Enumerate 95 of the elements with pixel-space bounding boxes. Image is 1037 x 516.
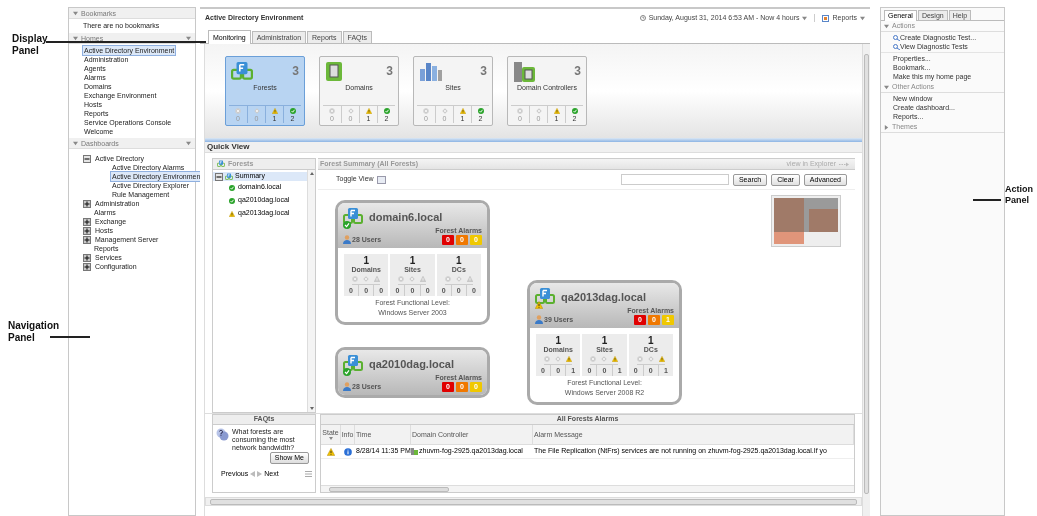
stat-count: 1: [555, 336, 561, 346]
toggle-checkbox[interactable]: [376, 175, 386, 184]
forest-name: qa2013dag.local: [561, 289, 646, 305]
forest-icon: [225, 172, 233, 181]
tile-count: 3: [574, 64, 581, 78]
check-icon: [571, 108, 578, 114]
critical-icon: [423, 108, 429, 114]
diamond-icon: [535, 108, 542, 114]
scroll-down-icon[interactable]: [309, 407, 314, 410]
expand-icon[interactable]: [83, 226, 91, 235]
dropdown-icon: [802, 15, 808, 21]
check-icon: [289, 108, 296, 114]
caret-icon: [884, 84, 889, 90]
forest-name: domain6.local: [369, 209, 443, 225]
warning-icon: [271, 108, 278, 114]
tile-count: 3: [292, 64, 299, 78]
scroll-up-icon[interactable]: [309, 172, 314, 175]
check-icon: [477, 108, 484, 114]
diamond-icon: [601, 356, 608, 362]
stat-count: 1: [648, 336, 654, 346]
tile-count: 3: [480, 64, 487, 78]
caret-icon: [884, 23, 889, 29]
collapse-icon[interactable]: [83, 154, 91, 163]
search-field[interactable]: [620, 174, 729, 185]
leader-line: [973, 199, 1001, 201]
critical-icon: [235, 108, 241, 114]
minimap-drawing: [771, 195, 841, 247]
caret-icon: [884, 124, 889, 130]
warning-icon: [420, 276, 427, 282]
domain-icon: [325, 61, 345, 83]
diamond-icon: [409, 276, 416, 282]
server-icon: [513, 61, 537, 83]
caret-icon: [73, 35, 78, 41]
diamond-icon: [441, 108, 448, 114]
user-icon: [343, 235, 351, 245]
warning-icon: [612, 356, 619, 362]
forest-icon: [343, 354, 363, 374]
forest-name: qa2010dag.local: [369, 356, 454, 372]
warning-icon: [553, 108, 560, 114]
info-icon: [344, 447, 352, 456]
dropdown-icon[interactable]: [186, 35, 191, 41]
tile-count: 3: [386, 64, 393, 78]
diamond-icon: [253, 108, 260, 114]
forest-icon: [535, 287, 555, 307]
critical-icon: [444, 276, 451, 282]
clock-icon: [639, 15, 646, 21]
question-icon: [216, 428, 229, 441]
caret-icon: [73, 10, 78, 16]
warning-icon: [658, 356, 665, 362]
dropdown-icon: [860, 15, 865, 21]
critical-icon: [329, 108, 335, 114]
check-icon: [383, 108, 390, 114]
caret-icon: [73, 140, 78, 146]
critical-icon: [517, 108, 523, 114]
diamond-icon: [555, 356, 562, 362]
forest-icon: [343, 207, 363, 227]
critical-icon: [636, 356, 643, 362]
diamond-icon: [363, 276, 370, 282]
expand-icon[interactable]: [83, 217, 91, 226]
expand-icon[interactable]: [83, 199, 91, 208]
server-icon: [411, 448, 418, 455]
stat-count: 1: [363, 256, 369, 266]
stat-count: 1: [601, 336, 608, 346]
critical-icon: [352, 276, 359, 282]
diamond-icon: [455, 276, 462, 282]
sort-icon: [328, 437, 333, 440]
collapse-icon[interactable]: [215, 172, 223, 181]
warning-icon: [374, 276, 381, 282]
annotation-label: Action Panel: [1005, 184, 1034, 206]
critical-icon: [544, 356, 551, 362]
forest-icon: [217, 160, 225, 168]
leader-line: [50, 336, 90, 338]
forest-icon: [231, 61, 253, 83]
critical-icon: [590, 356, 597, 362]
expand-icon[interactable]: [83, 262, 91, 271]
buildings-icon: [419, 61, 443, 81]
warning-icon: [466, 276, 473, 282]
stat-count: 1: [409, 256, 416, 266]
diamond-icon: [647, 356, 654, 362]
dropdown-icon[interactable]: [186, 140, 191, 146]
user-icon: [343, 382, 351, 392]
expand-icon[interactable]: [83, 235, 91, 244]
warning-icon: [365, 108, 372, 114]
section-title: Quick View: [207, 141, 250, 153]
warning-icon: [566, 356, 573, 362]
stat-count: 1: [456, 256, 462, 266]
arrow-icon: [839, 161, 849, 167]
annotation-label: Display Panel: [12, 33, 49, 57]
diamond-icon: [347, 108, 354, 114]
expand-icon[interactable]: [83, 253, 91, 262]
annotation-label: Navigation Panel: [8, 320, 61, 344]
critical-icon: [398, 276, 405, 282]
report-icon: [822, 14, 830, 22]
warning-icon: [459, 108, 466, 114]
user-icon: [535, 315, 543, 325]
